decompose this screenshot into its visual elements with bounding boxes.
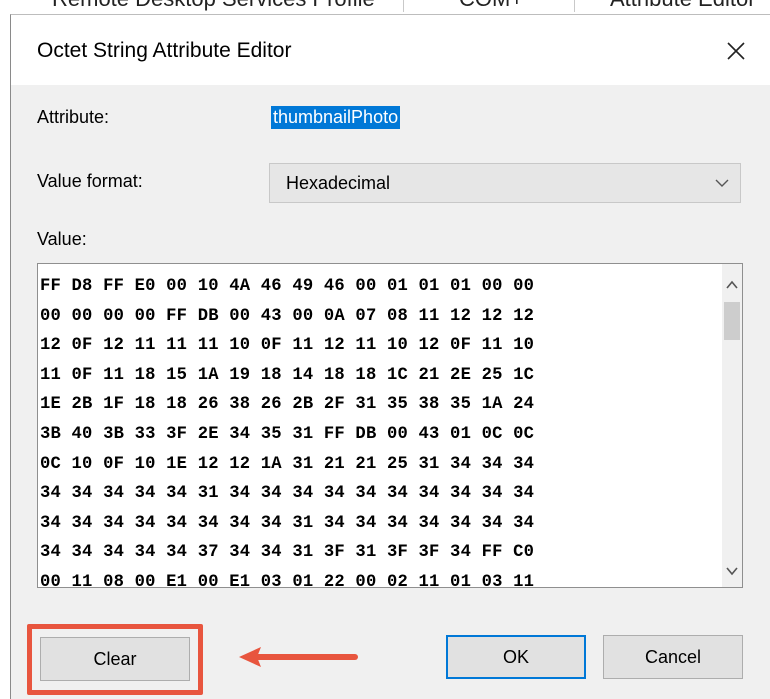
value-format-selected: Hexadecimal — [286, 173, 391, 193]
ok-button[interactable]: OK — [446, 635, 586, 679]
hex-line: 12 0F 12 11 11 11 10 0F 11 12 11 10 12 0… — [40, 336, 535, 356]
tab-com-plus[interactable]: COM+ — [403, 0, 575, 12]
close-icon — [727, 42, 745, 60]
chevron-down-icon — [715, 179, 729, 187]
hex-line: 34 34 34 34 34 31 34 34 34 34 34 34 34 3… — [40, 484, 535, 504]
hex-line: 34 34 34 34 34 34 34 34 31 34 34 34 34 3… — [40, 513, 535, 533]
tab-label: Attribute Editor — [574, 0, 770, 12]
close-button[interactable] — [711, 29, 761, 73]
value-format-dropdown[interactable]: Hexadecimal — [269, 163, 741, 203]
hex-line: 1E 2B 1F 18 18 26 38 26 2B 2F 31 35 38 3… — [40, 395, 535, 415]
value-format-label: Value format: — [37, 171, 143, 191]
value-label: Value: — [37, 229, 87, 249]
tab-attribute-editor[interactable]: Attribute Editor — [574, 0, 770, 12]
cancel-button[interactable]: Cancel — [603, 635, 743, 679]
hex-line: 0C 10 0F 10 1E 12 12 1A 31 21 21 25 31 3… — [40, 454, 535, 474]
dialog-title: Octet String Attribute Editor — [37, 39, 292, 62]
tab-remote-desktop-services-profile[interactable]: Remote Desktop Services Profile — [0, 0, 404, 12]
tab-label: Remote Desktop Services Profile — [0, 0, 403, 12]
hex-line: FF D8 FF E0 00 10 4A 46 49 46 00 01 01 0… — [40, 277, 535, 296]
clear-button-highlight-box — [27, 624, 203, 695]
hex-line: 00 00 00 00 FF DB 00 43 00 0A 07 08 11 1… — [40, 306, 535, 326]
hex-value-textbox[interactable]: FF D8 FF E0 00 10 4A 46 49 46 00 01 01 0… — [37, 263, 743, 592]
scroll-down-arrow-icon[interactable] — [722, 562, 742, 580]
attribute-name-value: thumbnailPhoto — [271, 106, 401, 129]
background-tab-strip: Remote Desktop Services Profile COM+ Att… — [0, 0, 770, 14]
hex-line: 00 11 08 00 E1 00 E1 03 01 22 00 02 11 0… — [40, 572, 535, 592]
scrollbar-thumb[interactable] — [724, 302, 740, 340]
title-bar: Octet String Attribute Editor — [11, 15, 770, 85]
hex-line: 34 34 34 34 34 37 34 34 31 3F 31 3F 3F 3… — [40, 543, 535, 563]
attribute-label: Attribute: — [37, 107, 110, 127]
annotation-arrow-icon — [239, 647, 358, 667]
hex-lines: FF D8 FF E0 00 10 4A 46 49 46 00 01 01 0… — [38, 272, 722, 598]
hex-line: 11 0F 11 18 15 1A 19 18 14 18 18 1C 21 2… — [40, 365, 535, 385]
tab-label: COM+ — [403, 0, 574, 12]
vertical-scrollbar[interactable] — [722, 264, 742, 587]
octet-string-attribute-editor-dialog: Octet String Attribute Editor Attribute:… — [10, 14, 770, 699]
scroll-up-arrow-icon[interactable] — [722, 276, 742, 294]
hex-line: 3B 40 3B 33 3F 2E 34 35 31 FF DB 00 43 0… — [40, 424, 535, 444]
